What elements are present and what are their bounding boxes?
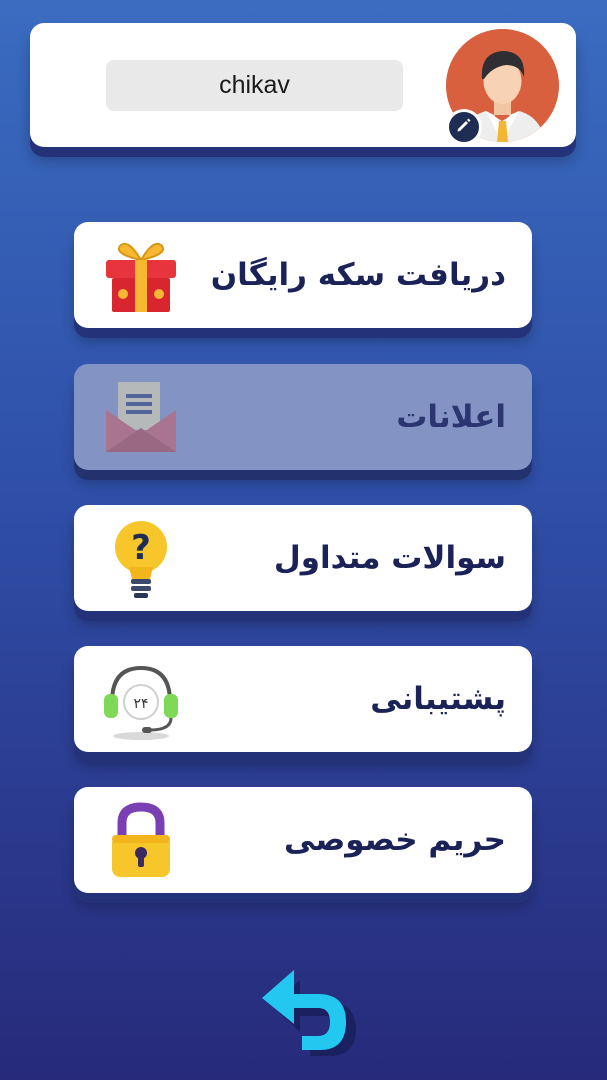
envelope-icon	[98, 374, 184, 460]
support-button[interactable]: ۲۴ پشتیبانی	[74, 646, 532, 752]
notifications-button[interactable]: اعلانات	[74, 364, 532, 470]
support-24-badge: ۲۴	[133, 696, 148, 712]
free-coins-label: دریافت سکه رایگان	[210, 257, 506, 293]
svg-text:?: ?	[131, 528, 151, 568]
faq-button[interactable]: ? سوالات متداول	[74, 505, 532, 611]
privacy-button[interactable]: حریم خصوصی	[74, 787, 532, 893]
support-label: پشتیبانی	[370, 681, 506, 717]
notifications-label: اعلانات	[396, 399, 506, 435]
padlock-icon	[98, 797, 184, 883]
pencil-icon	[455, 116, 473, 138]
privacy-label: حریم خصوصی	[283, 822, 506, 858]
lightbulb-question-icon: ?	[98, 515, 184, 601]
back-arrow-icon	[256, 970, 360, 1060]
back-button[interactable]	[256, 964, 360, 1056]
edit-profile-button[interactable]	[446, 109, 482, 145]
gift-icon	[98, 232, 184, 318]
faq-label: سوالات متداول	[273, 540, 506, 576]
profile-card: chikav	[30, 23, 576, 147]
headset-24-icon: ۲۴	[98, 656, 184, 742]
free-coins-button[interactable]: دریافت سکه رایگان	[74, 222, 532, 328]
username-field[interactable]: chikav	[106, 60, 403, 111]
